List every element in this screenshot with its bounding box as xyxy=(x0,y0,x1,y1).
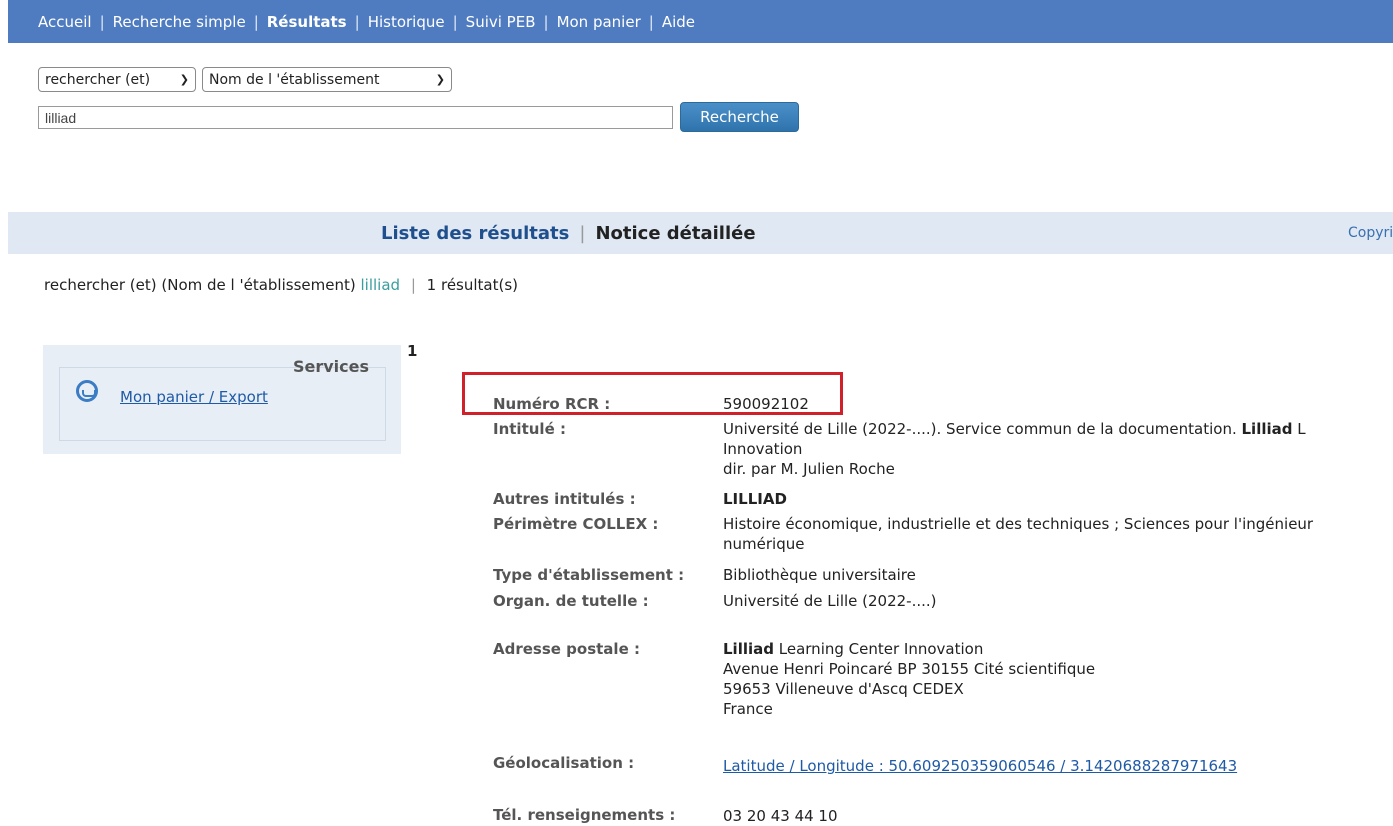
rcr-value: 590092102 xyxy=(723,395,809,413)
intitule-line3: dir. par M. Julien Roche xyxy=(723,460,895,478)
adresse-line2: Avenue Henri Poincaré BP 30155 Cité scie… xyxy=(723,660,1096,678)
result-number: 1 xyxy=(407,342,418,360)
results-header: Liste des résultats | Notice détaillée C… xyxy=(8,212,1393,254)
nav-separator: | xyxy=(452,12,458,31)
adresse-line3: 59653 Villeneuve d'Ascq CEDEX xyxy=(723,680,964,698)
nav-separator: | xyxy=(354,12,360,31)
autres-intitules-label: Autres intitulés : xyxy=(493,490,636,508)
summary-term: lilliad xyxy=(360,276,401,294)
nav-accueil[interactable]: Accueil xyxy=(38,13,92,31)
adresse-label: Adresse postale : xyxy=(493,640,640,658)
nav-aide[interactable]: Aide xyxy=(662,13,695,31)
nav-suivi-peb[interactable]: Suivi PEB xyxy=(466,13,536,31)
tel-label: Tél. renseignements : xyxy=(493,806,676,824)
nav-resultats[interactable]: Résultats xyxy=(267,13,347,31)
services-title: Services xyxy=(292,357,369,376)
field-select-value: Nom de l 'établissement xyxy=(209,71,380,88)
intitule-line1-suffix: L xyxy=(1297,420,1306,438)
chevron-down-icon: ❯ xyxy=(435,73,445,86)
services-panel: Services Mon panier / Export xyxy=(43,345,401,454)
tab-notice-detaillee: Notice détaillée xyxy=(595,222,756,244)
summary-separator: | xyxy=(410,276,416,294)
operator-select-value: rechercher (et) xyxy=(45,71,151,88)
field-select[interactable]: Nom de l 'établissement ❯ xyxy=(202,67,452,92)
intitule-line2: Innovation xyxy=(723,440,803,458)
type-value: Bibliothèque universitaire xyxy=(723,566,916,584)
tutelle-label: Organ. de tutelle : xyxy=(493,592,649,610)
intitule-value: Université de Lille (2022-....). Service… xyxy=(723,419,1306,479)
rcr-label: Numéro RCR : xyxy=(493,395,611,413)
search-summary: rechercher (et) (Nom de l 'établissement… xyxy=(44,276,518,294)
nav-separator: | xyxy=(648,12,654,31)
basket-icon[interactable] xyxy=(76,380,98,402)
collex-line1: Histoire économique, industrielle et des… xyxy=(723,515,1314,533)
geo-label: Géolocalisation : xyxy=(493,754,635,772)
collex-value: Histoire économique, industrielle et des… xyxy=(723,514,1313,554)
adresse-line4: France xyxy=(723,700,773,718)
tel-value: 03 20 43 44 10 xyxy=(723,807,838,825)
intitule-line1-bold: Lilliad xyxy=(1241,420,1293,438)
nav-historique[interactable]: Historique xyxy=(368,13,445,31)
operator-select[interactable]: rechercher (et) ❯ xyxy=(38,67,196,92)
collex-label: Périmètre COLLEX : xyxy=(493,515,659,533)
services-box: Services Mon panier / Export xyxy=(59,357,386,441)
copyright-link[interactable]: Copyri xyxy=(1348,212,1393,254)
chevron-down-icon: ❯ xyxy=(179,73,189,86)
tab-separator: | xyxy=(579,222,586,244)
summary-count: 1 résultat(s) xyxy=(426,276,519,294)
nav-separator: | xyxy=(99,12,105,31)
top-nav: Accueil | Recherche simple | Résultats |… xyxy=(8,0,1393,43)
basket-export-link[interactable]: Mon panier / Export xyxy=(120,388,268,406)
autres-intitules-value: LILLIAD xyxy=(723,490,787,508)
type-label: Type d'établissement : xyxy=(493,566,685,584)
adresse-line1-rest: Learning Center Innovation xyxy=(778,640,984,658)
search-input[interactable] xyxy=(38,106,673,129)
nav-recherche-simple[interactable]: Recherche simple xyxy=(113,13,246,31)
tab-liste-resultats[interactable]: Liste des résultats xyxy=(381,223,569,244)
adresse-line1-bold: Lilliad xyxy=(723,640,774,658)
geo-link[interactable]: Latitude / Longitude : 50.60925035906054… xyxy=(723,756,1237,776)
nav-mon-panier[interactable]: Mon panier xyxy=(557,13,641,31)
summary-prefix: rechercher (et) (Nom de l 'établissement… xyxy=(44,276,356,294)
intitule-line1: Université de Lille (2022-....). Service… xyxy=(723,420,1237,438)
collex-line2: numérique xyxy=(723,535,805,553)
nav-separator: | xyxy=(543,12,549,31)
tutelle-value: Université de Lille (2022-....) xyxy=(723,592,937,610)
adresse-value: Lilliad Learning Center Innovation Avenu… xyxy=(723,639,1095,719)
nav-separator: | xyxy=(253,12,259,31)
search-button[interactable]: Recherche xyxy=(680,102,799,132)
intitule-label: Intitulé : xyxy=(493,420,566,438)
